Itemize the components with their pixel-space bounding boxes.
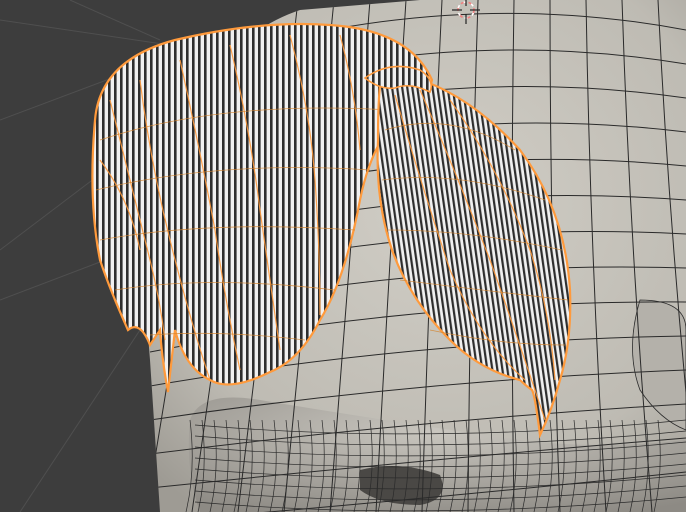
3d-viewport[interactable] xyxy=(0,0,686,512)
viewport-canvas[interactable] xyxy=(0,0,686,512)
